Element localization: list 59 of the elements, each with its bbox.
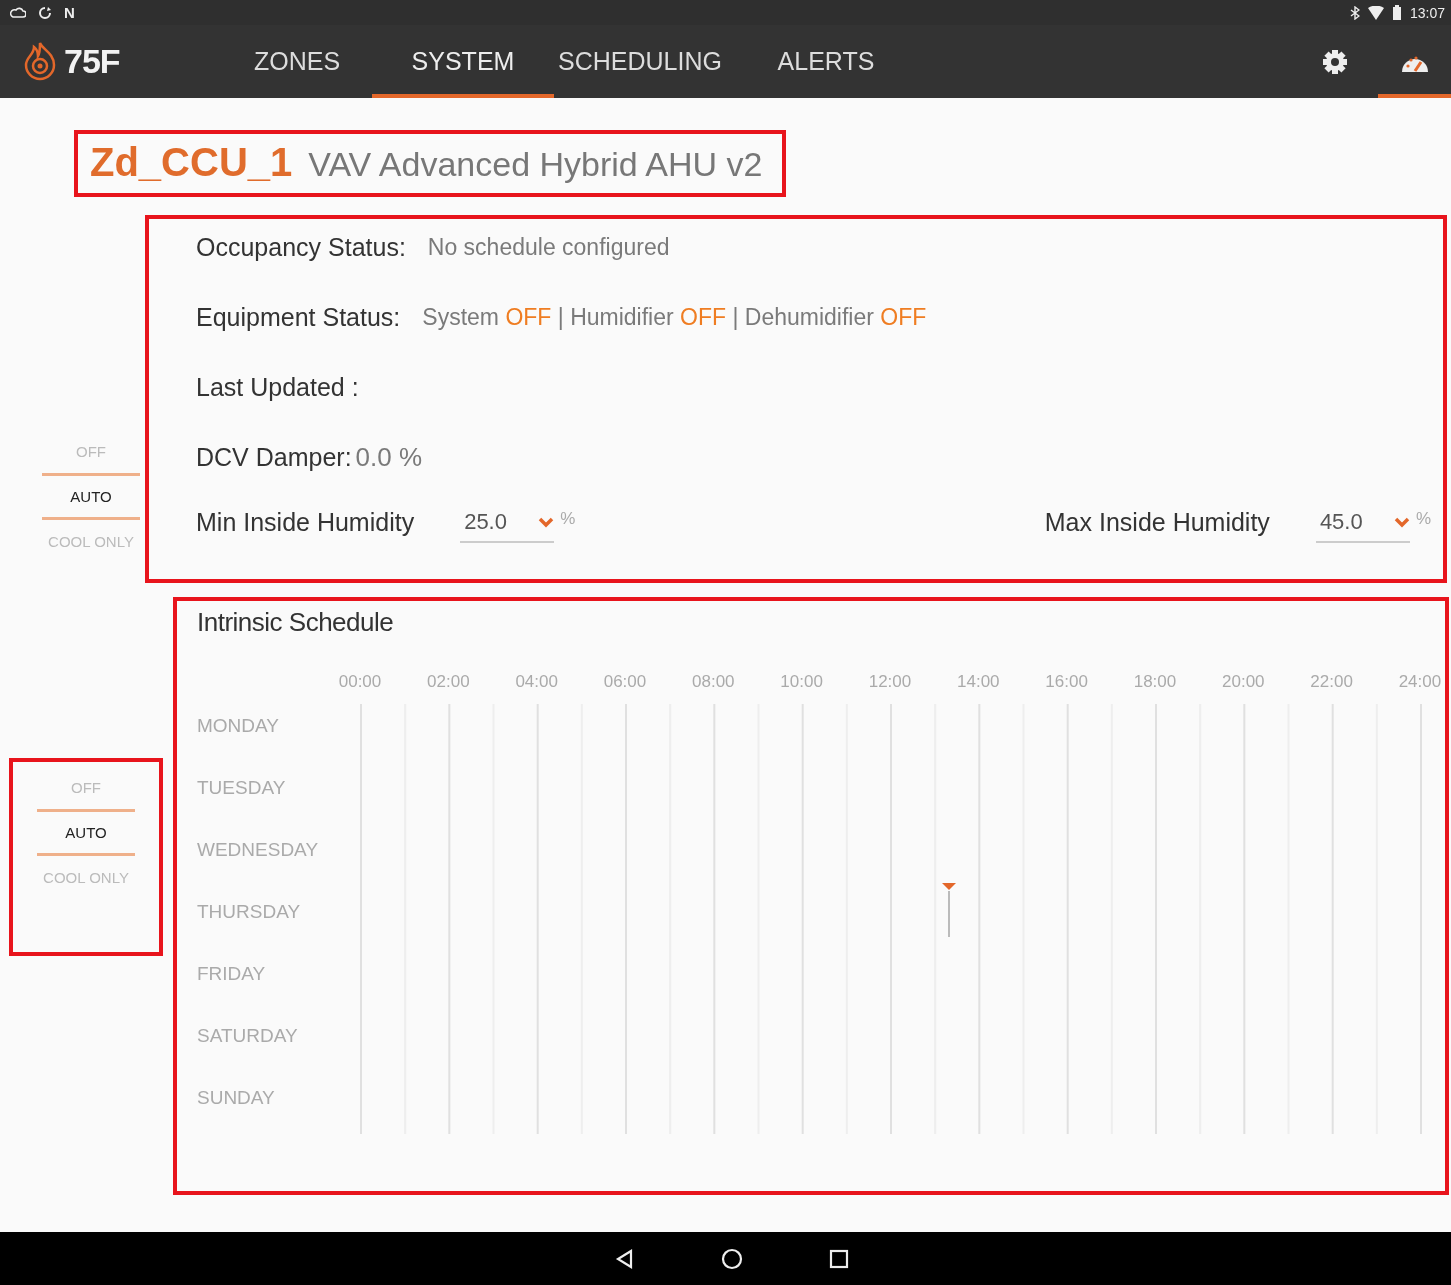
recent-apps-icon[interactable] — [828, 1248, 849, 1269]
chevron-down-icon — [1393, 515, 1410, 528]
section-title: Intrinsic Schedule — [197, 607, 395, 638]
notification-letter: N — [64, 4, 75, 21]
wifi-icon — [1367, 5, 1384, 20]
day-label: FRIDAY — [197, 962, 267, 985]
field-label: Last Updated : — [196, 372, 359, 402]
time-label: 10:00 — [779, 672, 824, 692]
home-icon[interactable] — [720, 1247, 743, 1270]
nav-tab[interactable]: SCHEDULING — [554, 25, 726, 98]
day-label: TUESDAY — [197, 776, 287, 799]
field-label: Occupancy Status: — [196, 232, 406, 262]
time-label: 06:00 — [602, 672, 648, 692]
humidity-dropdown[interactable]: 45.0 — [1315, 508, 1410, 543]
time-label: 20:00 — [1221, 672, 1266, 692]
field-value: No schedule configured — [427, 233, 670, 261]
time-label: 24:00 — [1397, 672, 1443, 692]
day-label: WEDNESDAY — [197, 838, 320, 861]
mode-option[interactable]: AUTO — [37, 809, 135, 856]
field-label: Equipment Status: — [196, 302, 401, 332]
profile-name: VAV Advanced Hybrid AHU v2 — [308, 145, 763, 184]
field-label: Min Inside Humidity — [196, 507, 415, 538]
time-label: 08:00 — [691, 672, 736, 692]
time-label: 16:00 — [1044, 672, 1089, 692]
time-label: 22:00 — [1309, 672, 1354, 692]
field-value: 0.0 % — [355, 441, 423, 473]
time-label: 04:00 — [514, 672, 559, 692]
unit-label: % — [560, 508, 576, 530]
settings-icon — [1320, 47, 1349, 76]
flame-logo-icon — [22, 40, 58, 83]
logo-text: 75F — [64, 42, 120, 81]
humidity-dropdown[interactable]: 25.0 — [460, 508, 555, 543]
time-label: 02:00 — [426, 672, 471, 692]
cloud-icon — [10, 6, 26, 19]
clock-time: 13:07 — [1409, 4, 1445, 21]
unit-label: % — [1415, 508, 1431, 530]
sync-icon — [38, 5, 52, 20]
day-label: SATURDAY — [197, 1024, 299, 1047]
time-label: 00:00 — [337, 672, 383, 692]
dropdown-value: 45.0 — [1319, 508, 1363, 535]
equipment-name: Zd_CCU_1 — [90, 140, 293, 185]
chevron-down-icon — [538, 515, 555, 528]
field-label: Max Inside Humidity — [1044, 507, 1270, 538]
nav-tab[interactable]: ZONES — [222, 25, 372, 98]
field-label: DCV Damper: — [196, 442, 352, 472]
time-label: 14:00 — [956, 672, 1001, 692]
mode-option[interactable]: AUTO — [42, 473, 140, 520]
equipment-status-text: System OFF | Humidifier OFF | Dehumidifier OFF — [422, 303, 927, 331]
time-label: 18:00 — [1132, 672, 1178, 692]
day-label: THURSDAY — [197, 900, 302, 923]
bluetooth-icon — [1348, 5, 1360, 20]
back-icon[interactable] — [614, 1248, 635, 1269]
nav-tab[interactable]: ALERTS — [726, 25, 926, 98]
day-label: MONDAY — [197, 714, 280, 737]
day-label: SUNDAY — [197, 1086, 276, 1109]
time-label: 12:00 — [867, 672, 913, 692]
battery-icon — [1391, 5, 1402, 20]
dropdown-value: 25.0 — [464, 508, 507, 535]
time-marker-icon — [941, 882, 957, 938]
